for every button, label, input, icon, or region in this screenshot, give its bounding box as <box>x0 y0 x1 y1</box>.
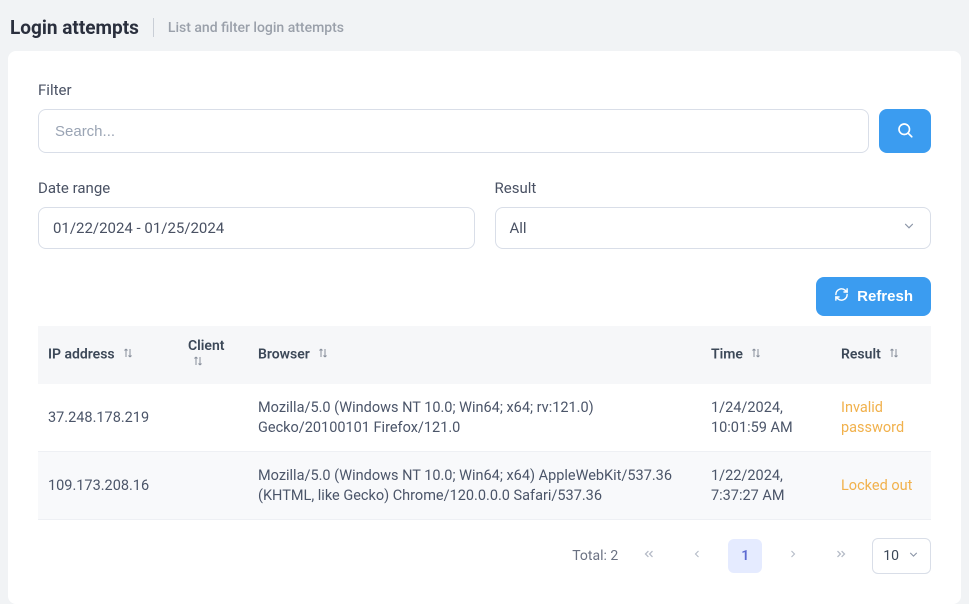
page-size-select[interactable]: 10 <box>872 538 931 574</box>
search-row <box>38 109 931 153</box>
refresh-label: Refresh <box>857 288 913 305</box>
date-range-value: 01/22/2024 - 01/25/2024 <box>53 219 224 237</box>
sort-icon <box>122 346 134 364</box>
sort-icon <box>888 346 900 364</box>
refresh-icon <box>834 287 849 306</box>
col-header-time[interactable]: Time <box>701 326 831 384</box>
cell-result: Invalid password <box>831 384 931 452</box>
angle-double-left-icon <box>642 547 656 565</box>
cell-time: 1/24/2024, 10:01:59 AM <box>701 384 831 452</box>
date-range-label: Date range <box>38 179 475 197</box>
cell-client <box>178 452 248 520</box>
col-header-time-label: Time <box>711 347 743 363</box>
cell-ip: 37.248.178.219 <box>38 384 178 452</box>
col-header-ip-label: IP address <box>48 347 115 363</box>
paginator-page-current[interactable]: 1 <box>728 539 762 573</box>
chevron-down-icon <box>907 548 920 565</box>
angle-double-right-icon <box>834 547 848 565</box>
paginator-prev[interactable] <box>680 539 714 573</box>
sort-icon <box>317 346 329 364</box>
page-title: Login attempts <box>10 18 154 37</box>
main-card: Filter Date range 01/22/2024 - 01/25/202… <box>8 51 961 604</box>
refresh-button[interactable]: Refresh <box>816 277 931 316</box>
paginator-total: Total: 2 <box>572 548 618 564</box>
filter-label: Filter <box>38 81 931 99</box>
sort-icon <box>750 346 762 364</box>
col-header-browser[interactable]: Browser <box>248 326 701 384</box>
page-header: Login attempts List and filter login att… <box>0 0 969 51</box>
search-input[interactable] <box>38 109 869 153</box>
angle-left-icon <box>691 548 703 564</box>
page-size-value: 10 <box>883 548 899 564</box>
result-filter-select[interactable]: All <box>495 207 932 249</box>
chevron-down-icon <box>902 219 916 237</box>
col-header-client[interactable]: Client <box>178 326 248 384</box>
sort-icon <box>192 354 204 372</box>
table-row: 109.173.208.16 Mozilla/5.0 (Windows NT 1… <box>38 452 931 520</box>
cell-client <box>178 384 248 452</box>
paginator-next[interactable] <box>776 539 810 573</box>
cell-time: 1/22/2024, 7:37:27 AM <box>701 452 831 520</box>
table-row: 37.248.178.219 Mozilla/5.0 (Windows NT 1… <box>38 384 931 452</box>
paginator-first[interactable] <box>632 539 666 573</box>
cell-result: Locked out <box>831 452 931 520</box>
angle-right-icon <box>787 548 799 564</box>
cell-browser: Mozilla/5.0 (Windows NT 10.0; Win64; x64… <box>248 384 701 452</box>
col-header-client-label: Client <box>188 338 224 354</box>
col-header-result-label: Result <box>841 347 881 363</box>
table-header-row: IP address Client Browser <box>38 326 931 384</box>
col-header-browser-label: Browser <box>258 347 310 363</box>
fields-row: Date range 01/22/2024 - 01/25/2024 Resul… <box>38 179 931 249</box>
login-attempts-table: IP address Client Browser <box>38 326 931 520</box>
paginator: Total: 2 1 10 <box>38 538 931 574</box>
date-range-input[interactable]: 01/22/2024 - 01/25/2024 <box>38 207 475 249</box>
cell-ip: 109.173.208.16 <box>38 452 178 520</box>
result-filter-label: Result <box>495 179 932 197</box>
date-range-field: Date range 01/22/2024 - 01/25/2024 <box>38 179 475 249</box>
result-filter-field: Result All <box>495 179 932 249</box>
col-header-result[interactable]: Result <box>831 326 931 384</box>
search-button[interactable] <box>879 109 931 153</box>
search-icon <box>896 121 914 142</box>
table-toolbar: Refresh <box>38 277 931 316</box>
cell-browser: Mozilla/5.0 (Windows NT 10.0; Win64; x64… <box>248 452 701 520</box>
paginator-last[interactable] <box>824 539 858 573</box>
result-filter-value: All <box>510 219 527 237</box>
col-header-ip[interactable]: IP address <box>38 326 178 384</box>
page-subtitle: List and filter login attempts <box>168 20 344 36</box>
